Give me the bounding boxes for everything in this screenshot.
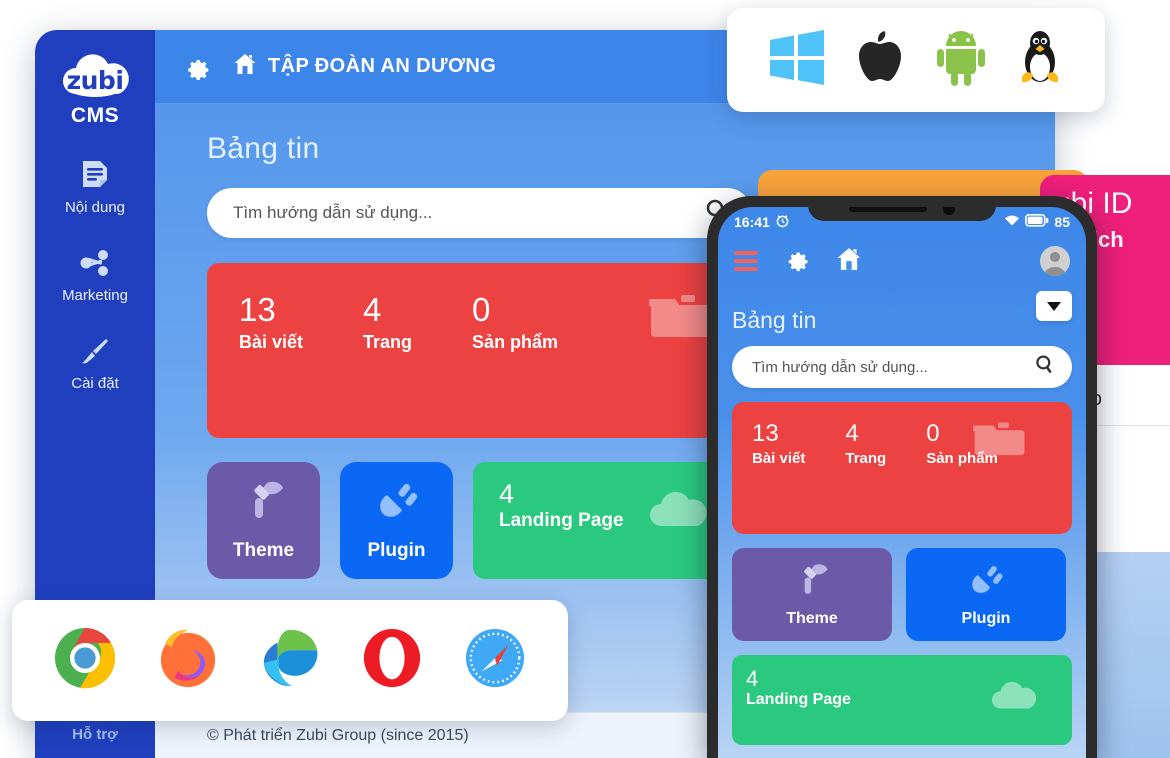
sidebar-item-cai-dat[interactable]: Cài đặt — [35, 334, 155, 392]
stat-value: 4 — [363, 291, 382, 328]
sidebar-item-label: Hỗ trợ — [72, 726, 118, 743]
search-placeholder: Tìm hướng dẫn sử dụng... — [233, 203, 433, 222]
logo-text: zubi — [66, 65, 124, 95]
cloud-upload-icon — [645, 486, 709, 539]
stat-value: 4 — [845, 420, 859, 447]
app-logo[interactable]: zubi CMS — [56, 54, 134, 128]
safari-icon[interactable] — [464, 627, 526, 694]
home-icon[interactable] — [836, 246, 862, 277]
brand-block[interactable]: TẬP ĐOÀN AN DƯƠNG — [233, 52, 496, 81]
sidebar-item-marketing[interactable]: Marketing — [35, 246, 155, 304]
stat-trang: 4 Trang — [363, 293, 412, 438]
tile-label: Theme — [232, 540, 295, 561]
home-icon — [233, 52, 257, 81]
sidebar-item-label: Nội dung — [64, 199, 126, 216]
document-icon — [78, 158, 112, 192]
sidebar-item-support[interactable]: Hỗ trợ — [35, 726, 155, 744]
front-camera-icon — [943, 207, 955, 215]
android-icon[interactable] — [935, 30, 987, 91]
browser-support-card — [12, 600, 568, 721]
phone-notch — [808, 207, 996, 221]
brush-icon — [78, 334, 112, 368]
stat-label: Bài viết — [752, 450, 806, 467]
footer-text: © Phát triển Zubi Group (since 2015) — [207, 726, 469, 744]
tile-theme[interactable]: Theme — [207, 462, 320, 579]
stat-value: 13 — [239, 291, 276, 328]
tile-plugin[interactable]: Plugin — [906, 548, 1066, 641]
page-title: TẬP ĐOÀN AN DƯƠNG — [268, 55, 497, 77]
landing-label: Landing Page — [499, 510, 624, 532]
stat-value: 13 — [752, 420, 779, 447]
paint-roller-icon — [241, 479, 287, 528]
apple-icon[interactable] — [855, 29, 905, 92]
dashboard-title: Bảng tin — [207, 132, 320, 165]
search-input[interactable]: Tìm hướng dẫn sử dụng... — [732, 346, 1072, 388]
screenshot-root: zubi CMS Nội dung Marketing Cài đặt Hỗ t… — [0, 0, 1170, 758]
tile-label: Plugin — [961, 609, 1011, 627]
edge-icon[interactable] — [259, 627, 321, 694]
avatar[interactable] — [1040, 246, 1070, 276]
dashboard-title: Bảng tin — [732, 307, 817, 333]
sidebar-item-label: Marketing — [62, 287, 128, 304]
logo-subtitle: CMS — [70, 104, 120, 127]
sidebar-item-label: Cài đặt — [71, 375, 119, 392]
stat-label: Trang — [363, 332, 413, 352]
stat-label: Trang — [845, 450, 887, 467]
linux-icon[interactable] — [1016, 29, 1064, 92]
phone-mockup: 16:41 85 Bảng tin Tìm hướng dẫn sử dụng.… — [707, 196, 1097, 758]
gear-icon[interactable] — [183, 53, 211, 81]
stat-label: Sản phẩm — [472, 332, 559, 352]
paint-roller-icon — [793, 562, 831, 603]
speaker-grille — [849, 207, 927, 212]
os-support-card — [727, 8, 1105, 112]
tile-theme[interactable]: Theme — [732, 548, 892, 641]
stat-san-pham: 0 Sản phẩm — [472, 293, 558, 438]
stat-bai-viet: 13 Bài viết — [239, 293, 303, 438]
search-placeholder: Tìm hướng dẫn sử dụng... — [752, 358, 928, 376]
sidebar-item-noi-dung[interactable]: Nội dung — [35, 158, 155, 216]
phone-topbar — [718, 237, 1086, 285]
landing-value: 4 — [499, 479, 515, 509]
firefox-icon[interactable] — [157, 627, 219, 694]
windows-icon[interactable] — [768, 29, 826, 91]
tile-label: Theme — [786, 609, 838, 627]
stat-label: Bài viết — [239, 332, 304, 352]
tile-plugin[interactable]: Plugin — [340, 462, 453, 579]
alarm-icon — [775, 213, 790, 231]
search-input[interactable]: Tìm hướng dẫn sử dụng... — [207, 188, 752, 238]
stat-bai-viet: 13 Bài viết — [752, 422, 805, 534]
plug-icon — [967, 562, 1005, 603]
tile-label: Plugin — [367, 540, 426, 561]
stats-card: 13 Bài viết 4 Trang 0 Sản phẩm — [732, 402, 1072, 534]
stat-trang: 4 Trang — [845, 422, 886, 534]
search-icon[interactable] — [1034, 354, 1056, 381]
stats-card: 13 Bài viết 4 Trang 0 Sản phẩm — [207, 263, 755, 438]
cloud-logo-icon: zubi — [56, 54, 134, 100]
chrome-icon[interactable] — [54, 627, 116, 694]
cloud-upload-icon — [988, 677, 1038, 720]
share-icon — [78, 246, 112, 280]
phone-screen: 16:41 85 Bảng tin Tìm hướng dẫn sử dụng.… — [718, 207, 1086, 758]
status-time: 16:41 — [734, 214, 770, 230]
tiles-row: Theme Plugin — [732, 548, 1072, 641]
tile-landing-page[interactable]: 4 Landing Page — [732, 655, 1072, 745]
briefcase-icon — [970, 416, 1026, 465]
dropdown-button[interactable] — [1036, 291, 1072, 321]
battery-icon — [1025, 214, 1049, 230]
battery-percent: 85 — [1054, 214, 1070, 230]
wifi-icon — [1004, 214, 1020, 230]
phone-main-content: Bảng tin Tìm hướng dẫn sử dụng... 13 Bài… — [718, 285, 1086, 745]
opera-icon[interactable] — [361, 627, 423, 694]
stat-value: 0 — [472, 291, 491, 328]
tile-landing-page[interactable]: 4 Landing Page — [473, 462, 723, 579]
hamburger-icon[interactable] — [734, 251, 758, 271]
gear-icon[interactable] — [784, 246, 810, 277]
plug-icon — [374, 479, 420, 528]
caret-down-icon — [1047, 301, 1061, 311]
